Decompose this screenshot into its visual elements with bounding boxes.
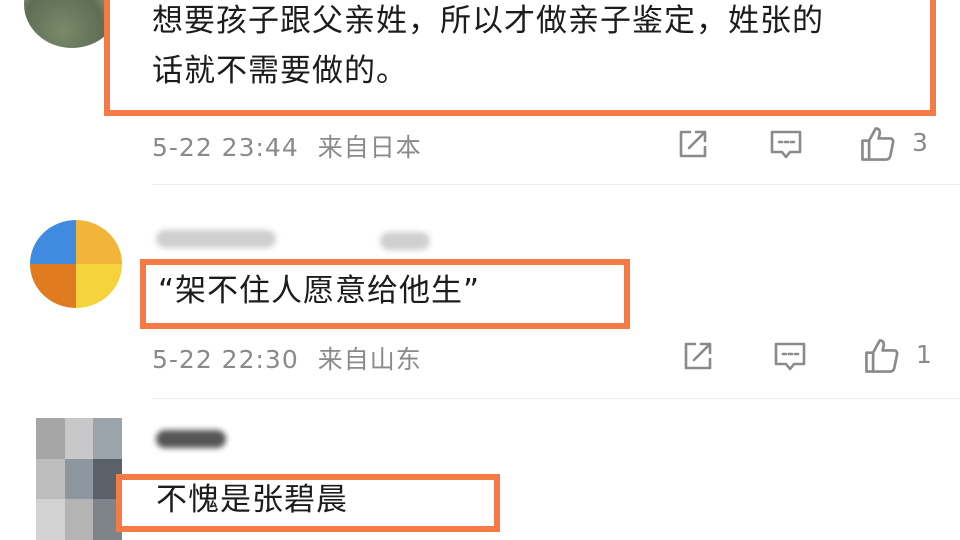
avatar-tile xyxy=(93,418,122,459)
comment-location: 来自山东 xyxy=(317,345,422,374)
avatar[interactable] xyxy=(30,220,122,308)
divider xyxy=(152,184,960,185)
comment-icon[interactable] xyxy=(768,126,804,162)
avatar[interactable] xyxy=(36,418,122,540)
share-icon[interactable] xyxy=(680,338,716,374)
username-redacted xyxy=(380,232,430,250)
comment-meta: 5-22 22:30 来自山东 xyxy=(152,340,422,376)
like-count: 3 xyxy=(912,128,928,157)
avatar-tile xyxy=(64,499,94,540)
like-icon[interactable] xyxy=(858,124,898,164)
comment-text: 想要孩子跟父亲姓，所以才做亲子鉴定，姓张的 话就不需要做的。 xyxy=(152,0,922,94)
username-redacted xyxy=(156,230,276,248)
share-icon[interactable] xyxy=(675,126,711,162)
username-redacted xyxy=(156,430,226,448)
avatar-tile xyxy=(36,499,65,540)
like-count: 1 xyxy=(916,340,932,369)
avatar-tile xyxy=(30,264,76,308)
comment-location: 来自日本 xyxy=(317,133,422,162)
comment-time: 5-22 23:44 xyxy=(152,133,299,162)
comment-text: “架不住人愿意给他生” xyxy=(158,273,481,309)
comment-line: 想要孩子跟父亲姓，所以才做亲子鉴定，姓张的 xyxy=(152,3,824,39)
avatar-tile xyxy=(76,264,122,308)
like-icon[interactable] xyxy=(862,336,902,376)
comment-line: 话就不需要做的。 xyxy=(152,53,408,89)
comment-text: 不愧是张碧晨 xyxy=(156,482,348,518)
comment-time: 5-22 22:30 xyxy=(152,345,299,374)
comment-icon[interactable] xyxy=(772,338,808,374)
avatar-tile xyxy=(36,418,65,459)
avatar-tile xyxy=(76,220,122,264)
avatar-tile xyxy=(64,458,94,500)
comment-meta: 5-22 23:44 来自日本 xyxy=(152,128,422,164)
avatar-tile xyxy=(64,418,94,459)
avatar-tile xyxy=(30,220,76,264)
avatar-tile xyxy=(36,458,65,500)
divider xyxy=(152,398,960,399)
